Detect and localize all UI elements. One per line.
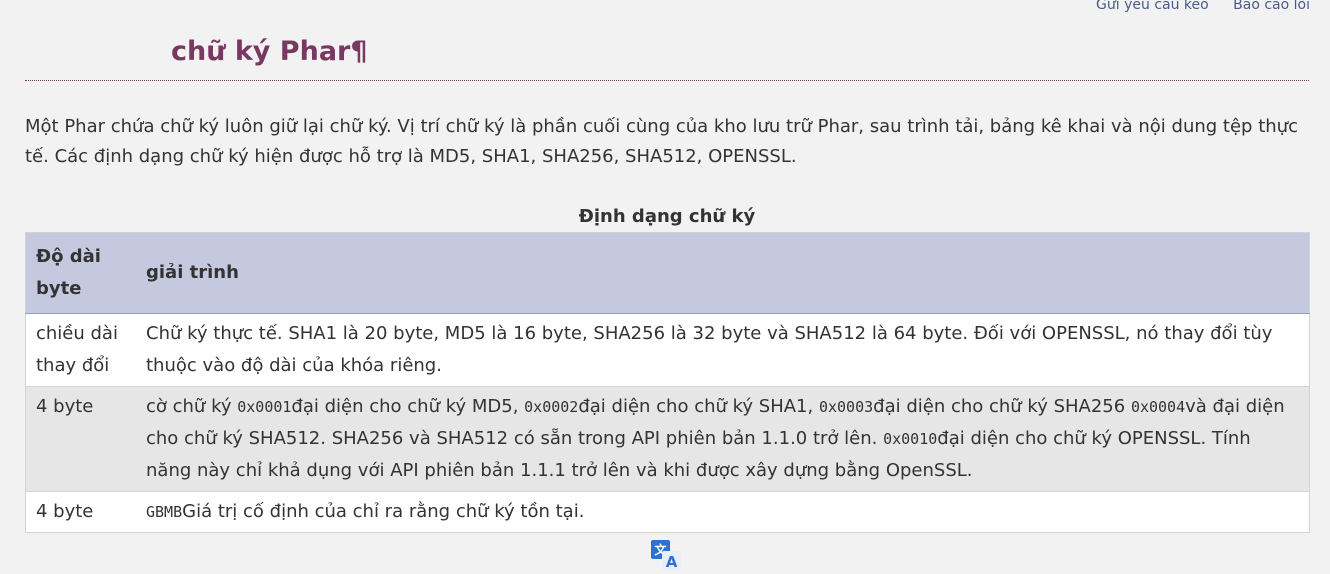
- desc-text: Giá trị cố định của chỉ ra rằng chữ ký t…: [182, 501, 585, 522]
- signature-format-table: Độ dài byte giải trình chiều dài thay đổ…: [25, 232, 1310, 533]
- code-md5-flag: 0x0001: [237, 398, 292, 416]
- submit-pull-request-link[interactable]: Gửi yêu cầu kéo: [1096, 0, 1209, 13]
- translate-icon[interactable]: 文 A: [651, 540, 681, 571]
- table-row: 4 byte cờ chữ ký 0x0001đại diện cho chữ …: [25, 386, 1310, 492]
- table-caption: Định dạng chữ ký: [578, 206, 756, 227]
- report-bug-link[interactable]: Báo cáo lỗi: [1233, 0, 1310, 13]
- page-title: chữ ký Phar¶: [171, 36, 368, 67]
- table-header-row: Độ dài byte giải trình: [25, 232, 1310, 314]
- desc-text: đại diện cho chữ ký SHA1,: [578, 396, 819, 417]
- row-length: 4 byte: [36, 501, 94, 522]
- header-description: giải trình: [136, 232, 1310, 314]
- desc-text: cờ chữ ký: [146, 396, 238, 417]
- desc-text: đại diện cho chữ ký MD5,: [291, 396, 525, 417]
- intro-paragraph: Một Phar chứa chữ ký luôn giữ lại chữ ký…: [25, 116, 1298, 167]
- row-length: 4 byte: [36, 396, 94, 417]
- table-row: chiều dài thay đổi Chữ ký thực tế. SHA1 …: [25, 314, 1310, 387]
- table-row: 4 byte GBMBGiá trị cố định của chỉ ra rằ…: [25, 492, 1310, 533]
- desc-text: đại diện cho chữ ký SHA256: [873, 396, 1131, 417]
- code-gbmb: GBMB: [146, 503, 183, 521]
- header-byte-length: Độ dài byte: [25, 232, 136, 314]
- row-description: cờ chữ ký 0x0001đại diện cho chữ ký MD5,…: [136, 387, 1310, 492]
- top-links: Gửi yêu cầu kéo Báo cáo lỗi: [1076, 0, 1310, 13]
- svg-text:A: A: [666, 553, 678, 570]
- row-description: Chữ ký thực tế. SHA1 là 20 byte, MD5 là …: [146, 323, 1273, 376]
- row-length: chiều dài thay đổi: [36, 323, 118, 376]
- title-divider: [25, 80, 1309, 81]
- row-description: GBMBGiá trị cố định của chỉ ra rằng chữ …: [136, 492, 1310, 533]
- code-sha256-flag: 0x0003: [818, 398, 874, 416]
- code-sha512-flag: 0x0004: [1130, 398, 1186, 416]
- code-sha1-flag: 0x0002: [524, 398, 579, 416]
- code-openssl-flag: 0x0010: [883, 430, 938, 448]
